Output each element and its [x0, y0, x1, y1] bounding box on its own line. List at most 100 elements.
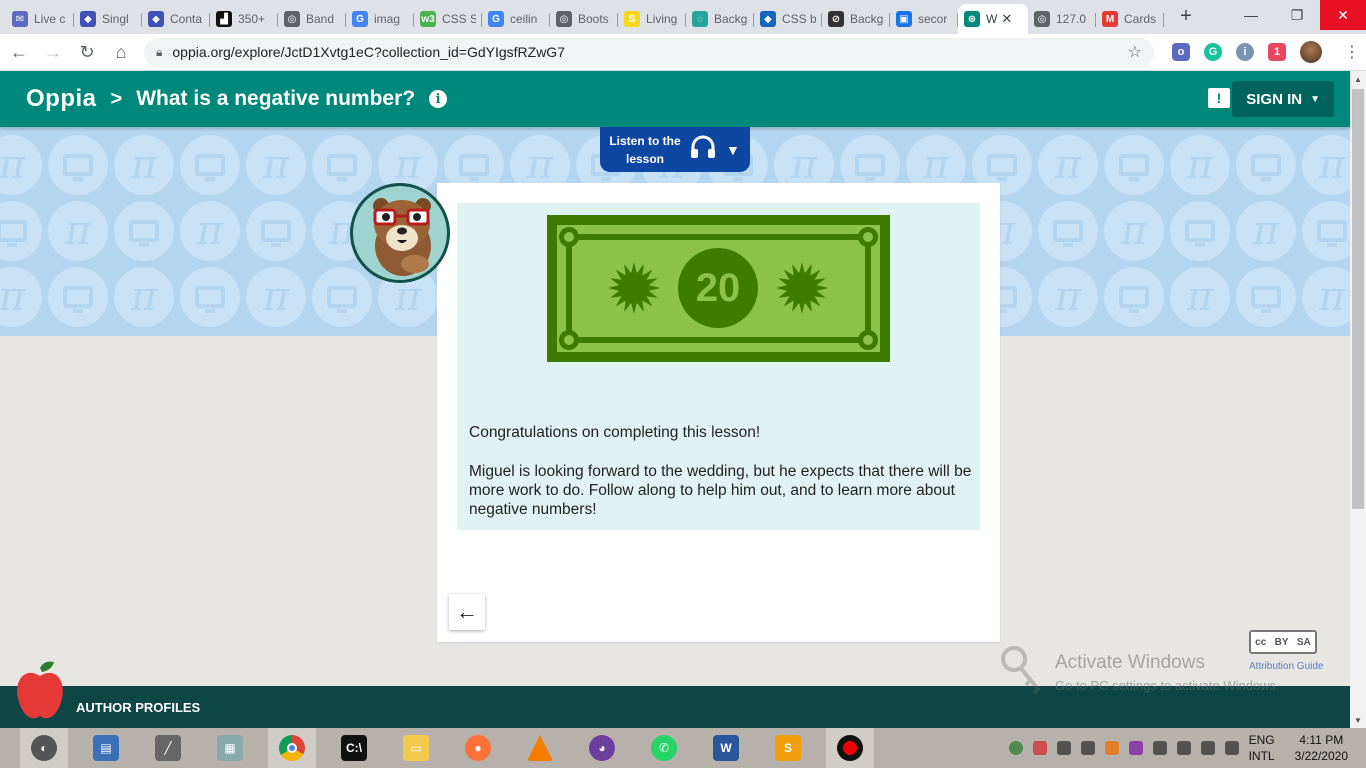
browser-tab[interactable]: ◆ Conta: [142, 4, 210, 34]
browser-tab[interactable]: ◎ 127.0: [1028, 4, 1096, 34]
extension-icon[interactable]: o: [1172, 43, 1190, 61]
back-nav-icon[interactable]: ←: [4, 37, 34, 67]
audio-bar[interactable]: Listen to the lesson ▼: [600, 127, 750, 172]
browser-tab[interactable]: ▟ 350+: [210, 4, 278, 34]
oppia-logo[interactable]: Oppia: [26, 85, 97, 113]
sign-in-label: SIGN IN: [1246, 90, 1303, 108]
browser-tab[interactable]: ◎ Boots: [550, 4, 618, 34]
browser-tab[interactable]: ◎ Band: [278, 4, 346, 34]
taskbar-app[interactable]: ▭: [392, 728, 440, 768]
bookmark-star-icon[interactable]: ☆: [1128, 42, 1142, 62]
taskbar-app[interactable]: [826, 728, 874, 768]
pi-symbol-icon: π: [1170, 135, 1230, 195]
feedback-icon[interactable]: !: [1208, 88, 1230, 108]
browser-tab[interactable]: ◆ CSS b: [754, 4, 822, 34]
record-icon: [837, 735, 863, 761]
browser-tab[interactable]: ⊛ W ✕: [958, 4, 1028, 34]
tab-favicon-icon: ◆: [80, 11, 96, 27]
tab-title: Conta: [170, 12, 203, 26]
browser-tab[interactable]: Gceilin: [482, 4, 550, 34]
tray-icon[interactable]: [1008, 741, 1023, 755]
grammarly-icon[interactable]: G: [1204, 43, 1222, 61]
clock[interactable]: 4:11 PM 3/22/2020: [1295, 732, 1348, 764]
taskbar-app[interactable]: C:\: [330, 728, 378, 768]
taskbar-app[interactable]: ▤: [82, 728, 130, 768]
taskbar-app[interactable]: W: [702, 728, 750, 768]
browser-tab[interactable]: ▣ secor: [890, 4, 958, 34]
monitor-icon: [1236, 135, 1296, 195]
author-profiles-link[interactable]: AUTHOR PROFILES: [76, 700, 200, 715]
browser-tab[interactable]: M Cards: [1096, 4, 1164, 34]
tab-title: 350+: [238, 12, 266, 26]
menu-kebab-icon[interactable]: ⋮: [1344, 42, 1360, 62]
browser-tab[interactable]: w3 CSS S: [414, 4, 482, 34]
browser-tab[interactable]: ✉ Live c: [6, 4, 74, 34]
close-window-button[interactable]: ✕: [1320, 0, 1366, 30]
taskbar-app[interactable]: S: [764, 728, 812, 768]
previous-card-button[interactable]: ←: [449, 594, 485, 630]
starburst-icon: [776, 262, 828, 314]
pi-symbol-icon: π: [0, 267, 42, 327]
tab-close-icon[interactable]: ✕: [1001, 11, 1012, 27]
extension-badge-icon[interactable]: 1: [1268, 43, 1286, 61]
url-text: oppia.org/explore/JctD1Xvtg1eC?collectio…: [172, 44, 565, 60]
taskbar-app[interactable]: ✆: [640, 728, 688, 768]
tray-icon[interactable]: [1128, 741, 1143, 755]
forward-nav-icon[interactable]: →: [38, 37, 68, 67]
page-scrollbar[interactable]: ▲ ▼: [1350, 71, 1366, 728]
taskbar-app[interactable]: ◕: [578, 728, 626, 768]
twenty-dollar-bill-image: 20: [547, 215, 890, 362]
tab-title: Live c: [34, 12, 66, 26]
sign-in-button[interactable]: SIGN IN ▼: [1232, 81, 1334, 117]
creative-commons-badge[interactable]: cc BY SA: [1249, 630, 1317, 654]
oppia-navbar: Oppia > What is a negative number? i ! S…: [0, 71, 1350, 127]
browser-tab-strip: ✉ Live c ◆ Singl ◆ Conta ▟ 350+ ◎ Band Gimag w3 CSS …: [0, 0, 1366, 34]
pi-symbol-icon: π: [114, 267, 174, 327]
browser-tab[interactable]: ◌ Backg: [686, 4, 754, 34]
language-indicator[interactable]: ENG INTL: [1249, 732, 1275, 764]
license-sa: SA: [1296, 636, 1311, 648]
taskbar-app[interactable]: ●: [454, 728, 502, 768]
pi-symbol-icon: π: [1170, 267, 1230, 327]
upload-icon[interactable]: [1056, 741, 1071, 755]
browser-tab[interactable]: ◆ Singl: [74, 4, 142, 34]
tab-title: Living: [646, 12, 678, 26]
browser-tab[interactable]: ⊘ Backg: [822, 4, 890, 34]
window-controls: — ❐ ✕: [1228, 0, 1366, 30]
arrow-left-icon: ←: [456, 599, 478, 624]
address-bar[interactable]: 🔒︎ oppia.org/explore/JctD1Xvtg1eC?collec…: [144, 37, 1154, 67]
network-icon[interactable]: [1152, 741, 1167, 755]
headphones-icon[interactable]: [690, 135, 716, 164]
scroll-up-icon[interactable]: ▲: [1350, 71, 1366, 87]
tab-title: Singl: [102, 12, 129, 26]
taskbar-app[interactable]: ╱: [144, 728, 192, 768]
browser-tab[interactable]: S Living: [618, 4, 686, 34]
tray-icon[interactable]: [1032, 741, 1047, 755]
reload-icon[interactable]: ↻: [72, 37, 102, 67]
taskbar-app[interactable]: [268, 728, 316, 768]
pi-symbol-icon: π: [1236, 201, 1296, 261]
bill-value: 20: [695, 266, 741, 310]
flag-icon[interactable]: [1224, 741, 1239, 755]
tray-icon[interactable]: [1104, 741, 1119, 755]
browser-tab[interactable]: Gimag: [346, 4, 414, 34]
taskbar-app[interactable]: ▦: [206, 728, 254, 768]
extension-icon[interactable]: i: [1236, 43, 1254, 61]
start-button[interactable]: ◐: [20, 728, 68, 768]
volume-icon[interactable]: [1176, 741, 1191, 755]
battery-icon[interactable]: [1200, 741, 1215, 755]
info-icon[interactable]: i: [429, 90, 448, 108]
profile-avatar[interactable]: [1300, 41, 1322, 63]
caret-down-icon[interactable]: ▼: [726, 142, 740, 158]
tab-favicon-icon: ◎: [556, 11, 572, 27]
new-tab-button[interactable]: +: [1172, 2, 1200, 30]
home-icon[interactable]: ⌂: [106, 37, 136, 67]
scrollbar-thumb[interactable]: [1352, 89, 1364, 509]
taskbar-app[interactable]: [516, 728, 564, 768]
maximize-button[interactable]: ❐: [1274, 0, 1320, 30]
tab-title: Boots: [578, 12, 609, 26]
signal-icon[interactable]: [1080, 741, 1095, 755]
monitor-icon: [0, 201, 42, 261]
minimize-button[interactable]: —: [1228, 0, 1274, 30]
scroll-down-icon[interactable]: ▼: [1350, 712, 1366, 728]
